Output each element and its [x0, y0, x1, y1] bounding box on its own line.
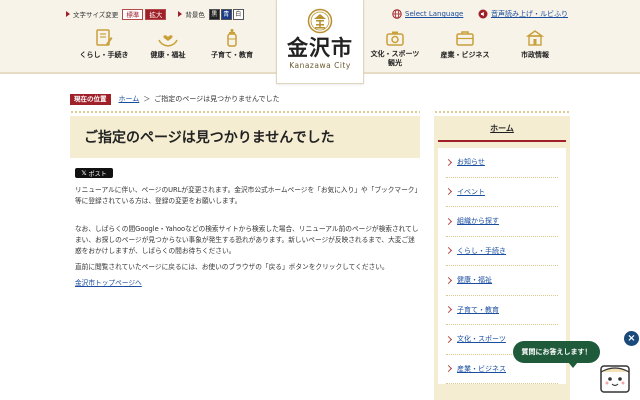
bg-blue-button[interactable]: 青	[220, 8, 232, 20]
city-emblem-icon	[307, 8, 333, 34]
font-size-large-button[interactable]: 拡大	[145, 8, 167, 20]
sidebar-item-oshirase[interactable]: お知らせ	[444, 148, 558, 178]
chevron-right-icon	[444, 306, 453, 314]
sidebar-item-label: イベント	[457, 187, 485, 196]
chatbot-character-icon[interactable]	[596, 360, 634, 396]
sidebar-item-soshiki[interactable]: 組織から探す	[444, 207, 558, 237]
city-logo[interactable]: 金沢市 Kanazawa City	[276, 0, 364, 84]
breadcrumb-home-link[interactable]: ホーム	[119, 94, 140, 104]
nav-sangyo[interactable]: 産業・ビジネス	[430, 24, 500, 68]
nav-label: 市政情報	[521, 51, 549, 59]
sidebar-item-label: 子育て・教育	[457, 305, 499, 314]
breadcrumb-separator: ＞	[143, 95, 151, 103]
paragraph-back-instruction: 直前に閲覧されていたページに戻るには、お使いのブラウザの「戻る」ボタンをクリック…	[75, 263, 389, 271]
breadcrumb: 現在の位置 ホーム ＞ ご指定のページは見つかりませんでした	[70, 93, 280, 105]
read-aloud-text: 音声読み上げ・ルビふり	[491, 10, 568, 18]
speaker-icon	[478, 9, 488, 19]
dotted-divider	[434, 110, 570, 114]
nav-kurashi[interactable]: くらし・手続き	[72, 24, 136, 68]
nav-label: 健康・福祉	[150, 51, 186, 59]
sidebar-heading-link[interactable]: ホーム	[438, 116, 566, 142]
chat-close-button[interactable]: ×	[624, 331, 639, 346]
bg-black-button[interactable]: 黒	[208, 8, 220, 20]
chevron-right-icon	[444, 365, 453, 373]
sidebar-item-label: 組織から探す	[457, 217, 499, 226]
global-nav-left: くらし・手続き 健康・福祉 子育て・教育	[72, 24, 264, 68]
sidebar-item-kenko[interactable]: 健康・福祉	[444, 266, 558, 296]
breadcrumb-here-label: 現在の位置	[70, 93, 111, 105]
triangle-icon	[66, 11, 70, 17]
chevron-right-icon	[444, 158, 453, 166]
chevron-right-icon	[444, 276, 453, 284]
font-size-label: 文字サイズ変更	[66, 9, 118, 19]
x-logo-icon: 𝕏	[81, 169, 87, 177]
site-header: 文字サイズ変更 標準 拡大 背景色 黒 青 白 Select Language …	[0, 0, 640, 84]
top-page-link[interactable]: 金沢市トップページへ	[75, 277, 142, 287]
select-language-text: Select Language	[405, 10, 464, 18]
sidebar-item-label: 健康・福祉	[457, 276, 492, 285]
camera-icon	[384, 28, 406, 47]
x-post-button[interactable]: 𝕏 ポスト	[75, 168, 113, 178]
global-nav-right: 文化・スポーツ 観光 産業・ビジネス 市政情報	[360, 24, 570, 68]
sidebar-item-label: 文化・スポーツ	[457, 335, 506, 344]
nav-shisei[interactable]: 市政情報	[500, 24, 570, 68]
paragraph-search-notice: なお、しばらくの間Google・Yahooなどの検索サイトから検索した場合、リニ…	[75, 225, 419, 255]
page-title-box: ご指定のページは見つかりませんでした	[70, 116, 420, 158]
breadcrumb-current: ご指定のページは見つかりませんでした	[154, 95, 280, 103]
accessibility-toolbar: 文字サイズ変更 標準 拡大 背景色 黒 青 白	[66, 7, 245, 21]
read-aloud-link[interactable]: 音声読み上げ・ルビふり	[478, 7, 568, 21]
chevron-right-icon	[444, 188, 453, 196]
city-hall-icon	[524, 28, 546, 48]
sidebar-item-label: お知らせ	[457, 158, 485, 167]
nav-kosodate[interactable]: 子育て・教育	[200, 24, 264, 68]
sidebar-item-event[interactable]: イベント	[444, 178, 558, 207]
nav-label: 文化・スポーツ 観光	[370, 50, 420, 67]
sidebar-item-kosodate[interactable]: 子育て・教育	[444, 296, 558, 325]
globe-icon	[392, 9, 402, 19]
post-label: ポスト	[88, 170, 107, 178]
logo-english: Kanazawa City	[289, 61, 351, 70]
nav-kenko[interactable]: 健康・福祉	[136, 24, 200, 68]
chevron-right-icon	[444, 335, 453, 343]
nav-label: 子育て・教育	[211, 51, 253, 59]
nav-label: くらし・手続き	[79, 51, 129, 59]
triangle-icon	[178, 11, 183, 17]
form-icon	[93, 28, 115, 48]
sidebar-item-label: 産業・ビジネス	[457, 364, 506, 373]
sidebar-item-kurashi[interactable]: くらし・手続き	[444, 237, 558, 266]
font-size-normal-button[interactable]: 標準	[122, 8, 144, 20]
briefcase-icon	[454, 28, 476, 48]
select-language-link[interactable]: Select Language	[392, 7, 463, 21]
page-title: ご指定のページは見つかりませんでした	[84, 130, 335, 146]
baby-bottle-icon	[221, 28, 243, 48]
nav-bunka[interactable]: 文化・スポーツ 観光	[360, 24, 430, 68]
nav-label: 産業・ビジネス	[440, 51, 490, 59]
dotted-divider	[70, 110, 420, 114]
chevron-right-icon	[444, 247, 453, 255]
chevron-right-icon	[444, 217, 453, 225]
paragraph-url-change: リニューアルに伴い、ページのURLが変更されます。金沢市公式ホームページを「お気…	[75, 186, 418, 205]
bg-color-label: 背景色	[178, 9, 205, 19]
bg-white-button[interactable]: 白	[232, 8, 244, 20]
sidebar-item-label: くらし・手続き	[457, 246, 506, 255]
hands-heart-icon	[157, 28, 179, 48]
chat-bubble[interactable]: 質問にお答えします！	[513, 341, 600, 368]
logo-kanji: 金沢市	[287, 35, 353, 60]
